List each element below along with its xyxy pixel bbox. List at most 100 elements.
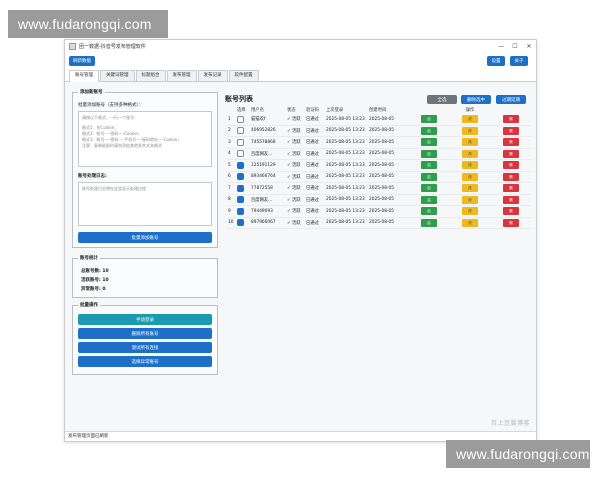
- edit-button[interactable]: 改: [462, 207, 478, 216]
- edit-button[interactable]: 改: [462, 149, 478, 158]
- tab-software-config[interactable]: 软件配置: [228, 70, 259, 81]
- enable-button[interactable]: 启: [421, 172, 437, 181]
- op-cell: 改: [449, 125, 490, 137]
- cell-created: 2025-08-05: [368, 159, 408, 172]
- edit-button[interactable]: 改: [462, 138, 478, 147]
- batch-add-button[interactable]: 批量添加账号: [78, 232, 212, 243]
- cell-status: ✓ 活跃: [286, 217, 305, 229]
- edit-button[interactable]: 改: [462, 172, 478, 181]
- delete-button[interactable]: 删: [503, 161, 519, 170]
- tab-account-management[interactable]: 账号管理: [69, 70, 99, 82]
- row-checkbox[interactable]: [237, 127, 244, 135]
- row-checkbox[interactable]: [237, 184, 244, 192]
- tab-title-combination[interactable]: 标题组合: [135, 70, 166, 81]
- maximize-icon[interactable]: ☐: [508, 43, 522, 50]
- delete-all-button[interactable]: 删除所有账号: [78, 328, 212, 339]
- row-checkbox[interactable]: [237, 173, 244, 181]
- row-checkbox[interactable]: [237, 115, 244, 123]
- col-header-username: 用户名: [251, 107, 264, 113]
- row-select-cell: [236, 217, 250, 229]
- cell-verify: 已通过: [305, 125, 325, 137]
- log-label: 账号处理日志:: [78, 174, 107, 179]
- table-row[interactable]: 3 745578868 ✓ 活跃 已通过 2025-08-05 13:23 2025-08…: [227, 136, 531, 149]
- enable-button[interactable]: 启: [421, 138, 437, 147]
- edit-button[interactable]: 改: [462, 126, 478, 135]
- enable-button[interactable]: 启: [421, 149, 437, 158]
- enable-button[interactable]: 启: [421, 161, 437, 170]
- delete-button[interactable]: 删: [503, 138, 519, 147]
- tab-keyword-management[interactable]: 关键词管理: [100, 70, 135, 81]
- enable-button[interactable]: 启: [421, 115, 437, 124]
- delete-button[interactable]: 删: [503, 207, 519, 216]
- cell-status: ✓ 活跃: [286, 136, 305, 149]
- edit-button[interactable]: 改: [462, 115, 478, 124]
- table-header: 选择 用户名 状态 验证码 上次登录 创建时间 操作: [227, 105, 531, 114]
- delete-selected-button[interactable]: 删除选中: [461, 95, 491, 104]
- table-row[interactable]: 2 406952826 ✓ 活跃 已通过 2025-08-05 13:23 2025-08…: [227, 125, 531, 137]
- enable-button[interactable]: 启: [421, 218, 437, 227]
- table-row[interactable]: 10 897966067 ✓ 活跃 已通过 2025-08-05 13:23 2025-0…: [227, 217, 531, 229]
- log-textarea[interactable]: 账号处理日志将在这里显示处理过程: [78, 182, 212, 226]
- row-checkbox[interactable]: [237, 150, 244, 158]
- cell-created: 2025-08-05: [368, 182, 408, 195]
- table-row[interactable]: 7 77872558 ✓ 活跃 已通过 2025-08-05 13:23 2025-08-…: [227, 182, 531, 195]
- tab-publish-records[interactable]: 发布记录: [197, 70, 228, 81]
- cell-username: 745578868: [250, 136, 286, 149]
- batch-add-textarea[interactable]: 请按以下格式，一行一个账号： 格式1：仅Cookie； 格式2：账号----密码…: [78, 111, 212, 167]
- row-checkbox[interactable]: [237, 196, 244, 204]
- delete-button[interactable]: 删: [503, 126, 519, 135]
- edit-button[interactable]: 改: [462, 184, 478, 193]
- delete-button[interactable]: 删: [503, 149, 519, 158]
- row-checkbox[interactable]: [237, 207, 244, 215]
- delete-button[interactable]: 删: [503, 218, 519, 227]
- cell-last-login: 2025-08-05 13:23: [325, 171, 368, 183]
- test-connections-button[interactable]: 测试所有连接: [78, 342, 212, 353]
- enable-button[interactable]: 启: [421, 126, 437, 135]
- row-checkbox[interactable]: [237, 219, 244, 227]
- row-checkbox[interactable]: [237, 161, 244, 169]
- op-cell: 改: [449, 136, 490, 149]
- edit-button[interactable]: 改: [462, 195, 478, 204]
- minimize-icon[interactable]: —: [494, 43, 508, 50]
- enable-button[interactable]: 启: [421, 184, 437, 193]
- cell-last-login: 2025-08-05 13:23: [325, 182, 368, 195]
- settings-button[interactable]: 设置: [487, 56, 505, 66]
- delete-button[interactable]: 删: [503, 172, 519, 181]
- title-bar: 团一数据-抖音号发布管理软件 — ☐ ✕: [65, 40, 536, 53]
- account-list-title: 账号列表: [225, 95, 253, 103]
- table-row[interactable]: 9 79449093 ✓ 活跃 已通过 2025-08-05 13:23 2025-08-…: [227, 205, 531, 218]
- batch-add-label: 批量添加账号（支持多种格式）：: [78, 103, 144, 108]
- cell-created: 2025-08-05: [368, 205, 408, 218]
- stat-abnormal: 异常账号: 0: [81, 287, 106, 292]
- op-cell: 删: [490, 217, 531, 229]
- cell-status: ✓ 活跃: [286, 114, 305, 126]
- cell-username: 406952826: [250, 125, 286, 137]
- edit-button[interactable]: 改: [462, 161, 478, 170]
- enable-button[interactable]: 启: [421, 207, 437, 216]
- table-row[interactable]: 6 893466764 ✓ 活跃 已通过 2025-08-05 13:23 2025-08…: [227, 171, 531, 183]
- delete-button[interactable]: 删: [503, 115, 519, 124]
- row-number: 1: [227, 114, 236, 126]
- select-abnormal-button[interactable]: 选择异常账号: [78, 356, 212, 367]
- manual-login-button[interactable]: 手动登录: [78, 314, 212, 325]
- refresh-button[interactable]: 刷新数据: [69, 56, 95, 66]
- about-button[interactable]: 关于: [510, 56, 528, 66]
- delete-button[interactable]: 删: [503, 184, 519, 193]
- row-select-cell: [236, 205, 250, 218]
- select-all-button[interactable]: 全选: [427, 95, 457, 104]
- close-icon[interactable]: ✕: [522, 43, 536, 50]
- op-cell: 删: [490, 114, 531, 126]
- edit-button[interactable]: 改: [462, 218, 478, 227]
- table-row[interactable]: 8 百度网友... ✓ 活跃 已通过 2025-08-05 13:23 2025-08-0…: [227, 194, 531, 206]
- delete-button[interactable]: 删: [503, 195, 519, 204]
- row-checkbox[interactable]: [237, 138, 244, 146]
- col-header-select: 选择: [237, 107, 246, 113]
- table-row[interactable]: 4 百度网友... ✓ 活跃 已通过 2025-08-05 13:23 2025-08-0…: [227, 148, 531, 160]
- cell-last-login: 2025-08-05 13:23: [325, 217, 368, 229]
- extend-expired-button[interactable]: 过期延期: [496, 95, 526, 104]
- tab-publish-management[interactable]: 发布管理: [166, 70, 197, 81]
- table-row[interactable]: 1 猫猫欢f ✓ 活跃 已通过 2025-08-05 13:23 2025-08-05 启 改…: [227, 114, 531, 126]
- row-select-cell: [236, 194, 250, 206]
- table-row[interactable]: 5 125191129 ✓ 活跃 已通过 2025-08-05 13:23 2025-08…: [227, 159, 531, 172]
- enable-button[interactable]: 启: [421, 195, 437, 204]
